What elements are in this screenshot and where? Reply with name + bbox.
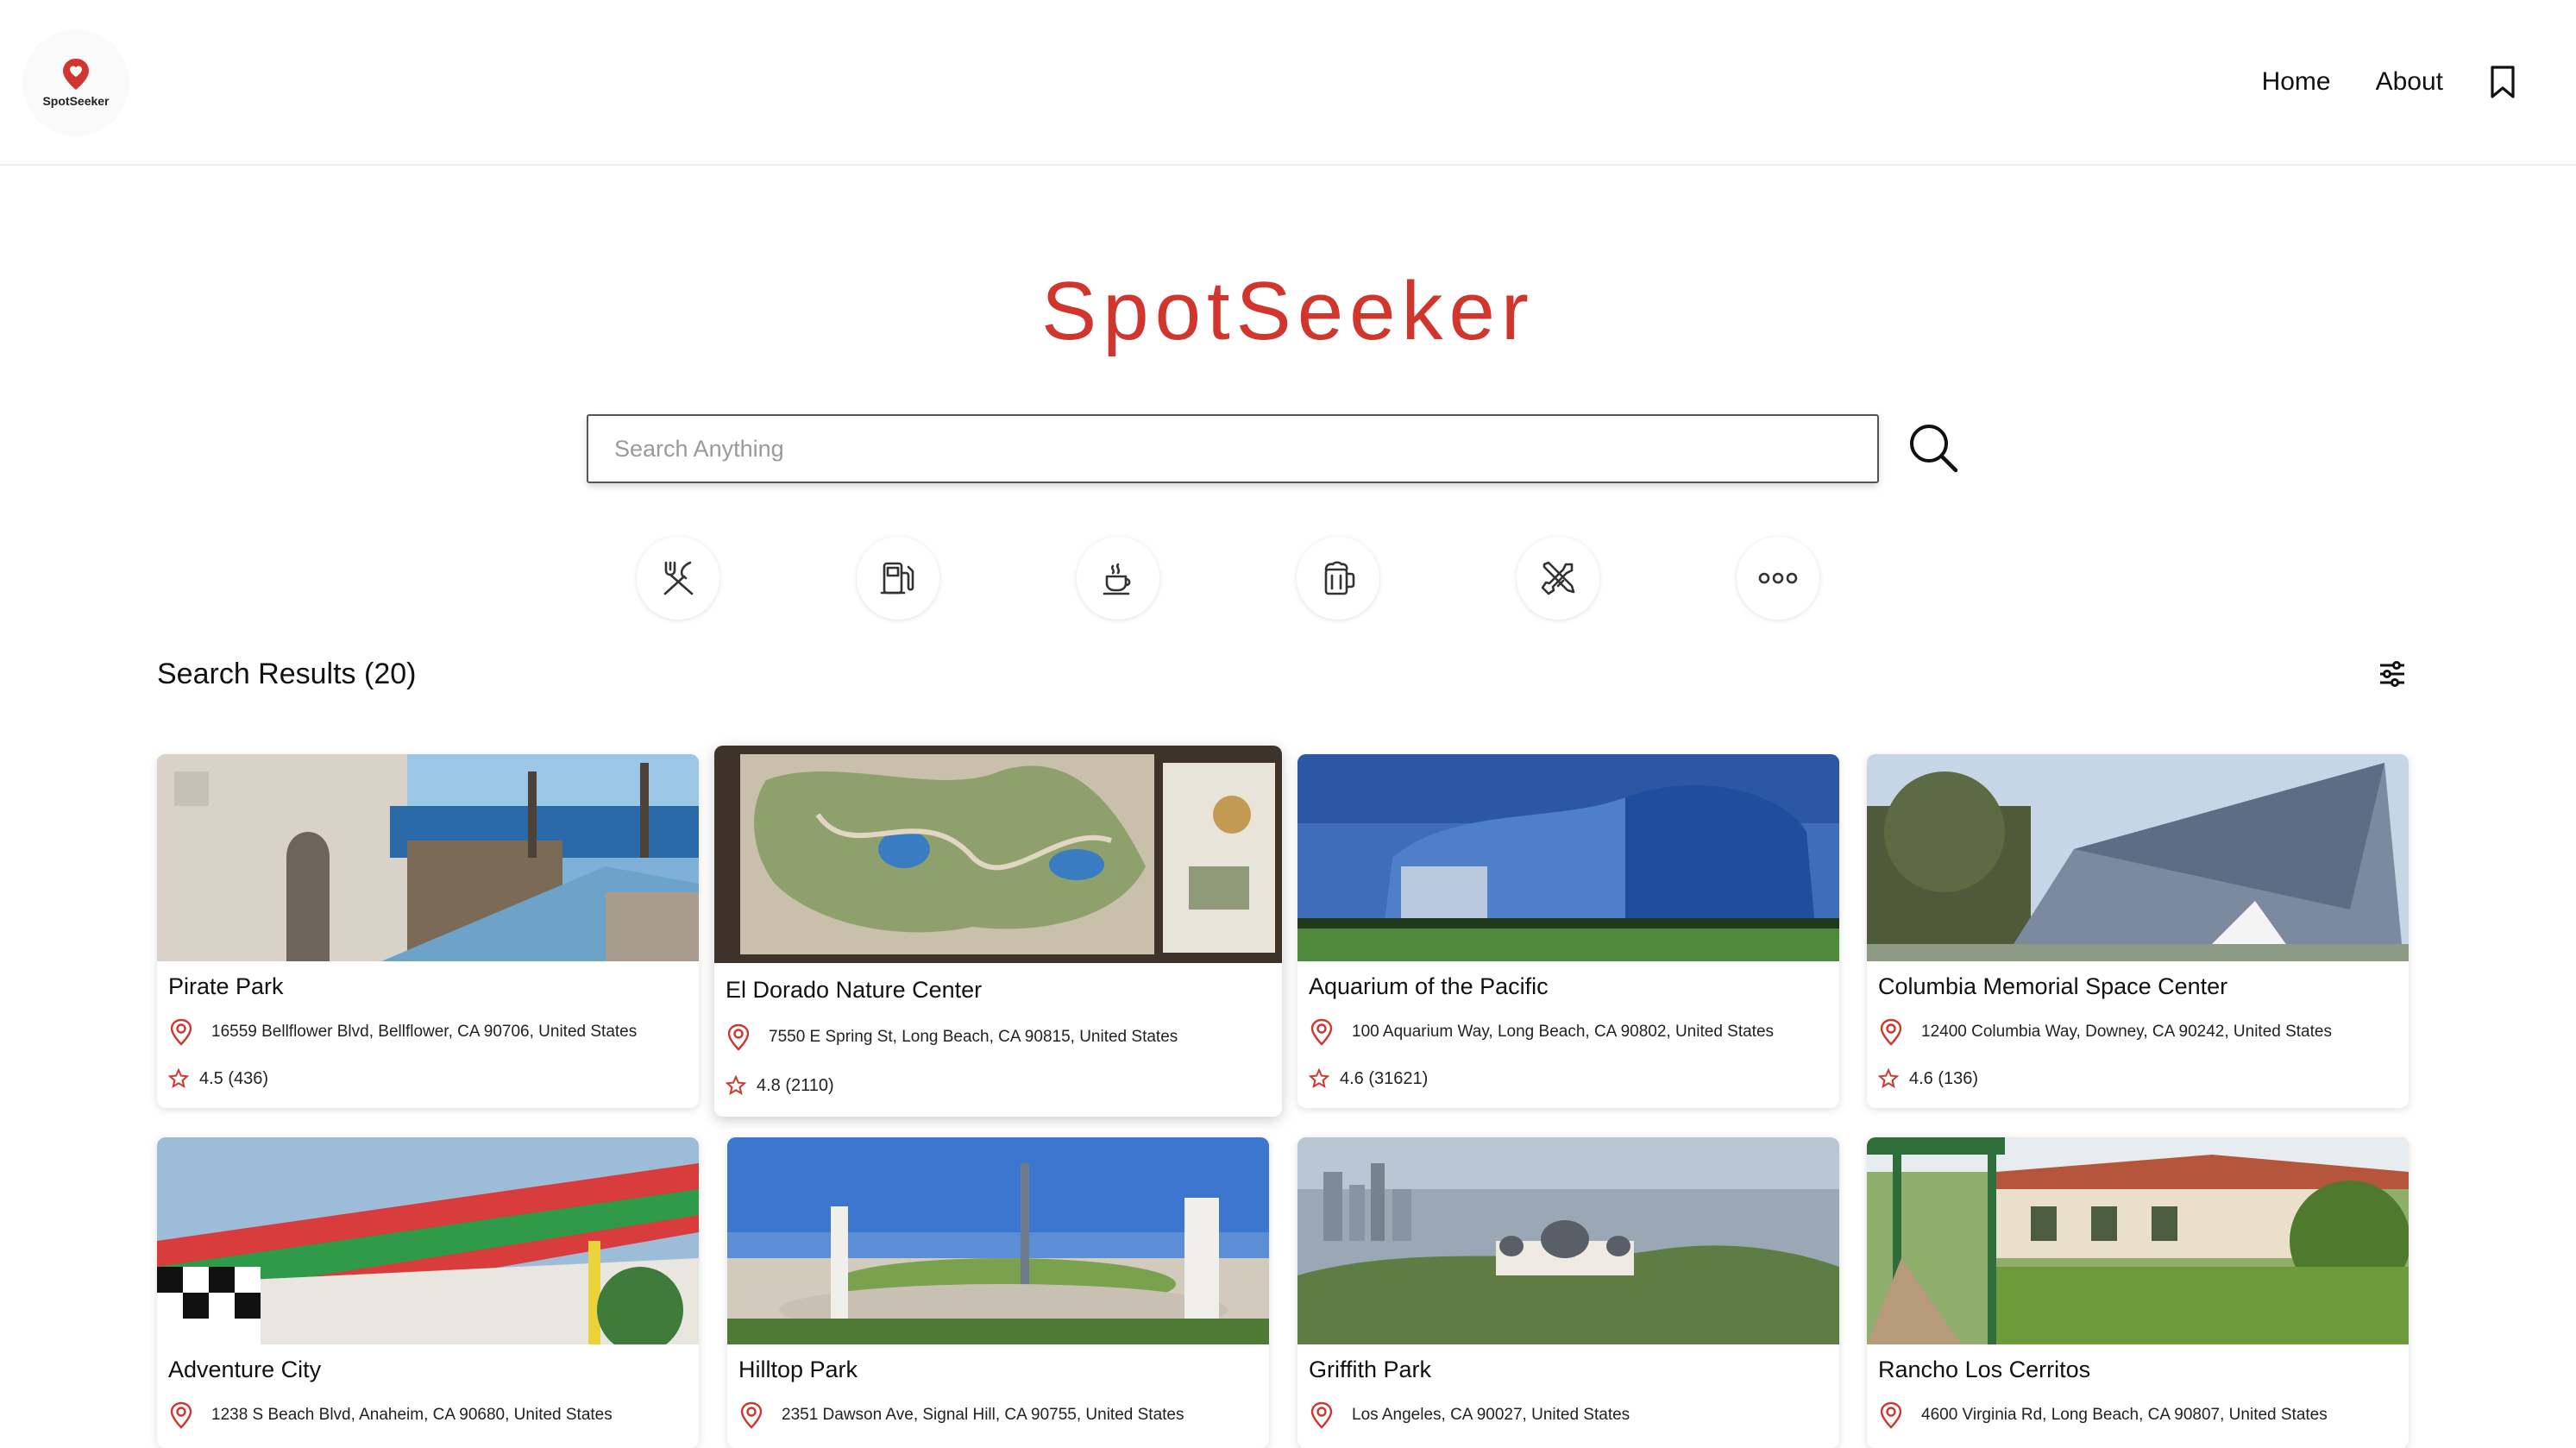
restaurant-icon [663,561,694,595]
place-address-text: 100 Aquarium Way, Long Beach, CA 90802, … [1352,1023,1775,1041]
place-address: 7550 E Spring St, Long Beach, CA 90815, … [726,1023,1178,1051]
category-more-button[interactable] [1737,537,1819,620]
logo-text: SpotSeeker [42,94,110,108]
map-pin-logo-icon [63,59,89,90]
place-image [727,1137,1269,1344]
place-address-text: Los Angeles, CA 90027, United States [1352,1406,1630,1424]
place-address-text: 12400 Columbia Way, Downey, CA 90242, Un… [1921,1023,2332,1041]
star-icon [1878,1068,1899,1089]
place-card[interactable]: El Dorado Nature Center 7550 E Spring St… [714,746,1282,1117]
location-pin-icon [170,1401,192,1429]
place-image [1297,1137,1839,1344]
location-pin-icon [1880,1018,1902,1046]
place-address-text: 4600 Virginia Rd, Long Beach, CA 90807, … [1921,1406,2328,1424]
place-image [1297,754,1839,961]
place-name: Hilltop Park [738,1357,858,1382]
place-address: 12400 Columbia Way, Downey, CA 90242, Un… [1878,1018,2332,1046]
place-address: 100 Aquarium Way, Long Beach, CA 90802, … [1309,1018,1774,1046]
place-card[interactable]: Columbia Memorial Space Center 12400 Col… [1867,754,2409,1108]
place-image [714,746,1282,963]
place-card[interactable]: Hilltop Park 2351 Dawson Ave, Signal Hil… [727,1137,1269,1448]
place-rating: 4.6 (136) [1878,1068,1978,1089]
place-rating-text: 4.8 (2110) [757,1075,834,1095]
place-card[interactable]: Adventure City 1238 S Beach Blvd, Anahei… [157,1137,699,1448]
nav-about-link[interactable]: About [2376,67,2443,97]
place-rating-text: 4.6 (136) [1909,1068,1979,1088]
logo[interactable]: SpotSeeker [22,29,129,136]
category-bars-button[interactable] [1297,537,1379,620]
results-heading: Search Results (20) [157,658,417,690]
place-address: 1238 S Beach Blvd, Anaheim, CA 90680, Un… [168,1401,613,1429]
top-navbar: SpotSeeker Home About [0,0,2576,166]
place-name: Columbia Memorial Space Center [1878,973,2228,999]
category-restaurants-button[interactable] [637,537,719,620]
star-icon [168,1068,189,1089]
search-icon[interactable] [1907,421,1960,475]
location-pin-icon [1310,1018,1333,1046]
place-address-text: 2351 Dawson Ave, Signal Hill, CA 90755, … [782,1406,1184,1424]
place-address: 2351 Dawson Ave, Signal Hill, CA 90755, … [738,1401,1184,1429]
place-rating-text: 4.6 (31621) [1340,1068,1429,1088]
page-title: SpotSeeker [1041,265,1535,357]
place-name: El Dorado Nature Center [726,977,983,1003]
nav-home-link[interactable]: Home [2262,67,2331,97]
place-card[interactable]: Pirate Park 16559 Bellflower Blvd, Bellf… [157,754,699,1108]
location-pin-icon [1310,1401,1333,1429]
place-address-text: 1238 S Beach Blvd, Anaheim, CA 90680, Un… [211,1406,613,1424]
place-name: Rancho Los Cerritos [1878,1357,2091,1382]
place-image [1867,754,2409,961]
location-pin-icon [170,1018,192,1046]
gas-station-icon [880,562,914,595]
place-image [157,754,699,961]
place-address: 16559 Bellflower Blvd, Bellflower, CA 90… [168,1018,637,1046]
place-name: Griffith Park [1309,1357,1432,1382]
place-rating: 4.8 (2110) [726,1075,834,1096]
category-services-button[interactable] [1517,537,1599,620]
more-icon [1758,572,1798,584]
place-rating: 4.6 (31621) [1309,1068,1428,1089]
main-nav: Home About [2262,54,2576,110]
location-pin-icon [1880,1401,1902,1429]
location-pin-icon [727,1023,750,1051]
location-pin-icon [740,1401,763,1429]
search-input[interactable] [587,414,1879,483]
star-icon [726,1075,746,1096]
star-icon [1309,1068,1329,1089]
place-name: Pirate Park [168,973,284,999]
place-image [1867,1137,2409,1344]
place-address-text: 7550 E Spring St, Long Beach, CA 90815, … [769,1028,1178,1046]
place-name: Adventure City [168,1357,322,1382]
place-address: 4600 Virginia Rd, Long Beach, CA 90807, … [1878,1401,2328,1429]
place-name: Aquarium of the Pacific [1309,973,1549,999]
category-coffee-button[interactable] [1077,537,1159,620]
place-rating: 4.5 (436) [168,1068,268,1089]
filter-sliders-icon[interactable] [2378,659,2407,689]
place-address-text: 16559 Bellflower Blvd, Bellflower, CA 90… [211,1023,638,1041]
beer-mug-icon [1324,561,1355,595]
coffee-icon [1103,563,1131,595]
place-image [157,1137,699,1344]
place-address: Los Angeles, CA 90027, United States [1309,1401,1630,1429]
place-card[interactable]: Griffith Park Los Angeles, CA 90027, Uni… [1297,1137,1839,1448]
category-gas-button[interactable] [857,537,939,620]
place-card[interactable]: Rancho Los Cerritos 4600 Virginia Rd, Lo… [1867,1137,2409,1448]
place-card[interactable]: Aquarium of the Pacific 100 Aquarium Way… [1297,754,1839,1108]
bookmark-icon[interactable] [2488,65,2517,99]
tools-icon [1541,561,1575,595]
place-rating-text: 4.5 (436) [199,1068,269,1088]
